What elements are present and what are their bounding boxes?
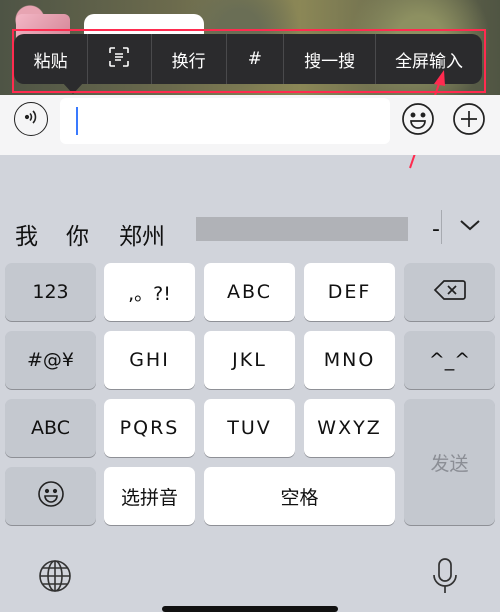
emoji-key[interactable] — [5, 467, 96, 525]
key-abc-switch[interactable]: ABC — [5, 399, 96, 457]
candidate-word[interactable]: 我 — [15, 217, 38, 251]
key-label: MNO — [323, 349, 376, 371]
key-label: GHI — [129, 349, 170, 371]
key-label: 发送 — [430, 452, 469, 475]
key-ghi[interactable]: GHI — [104, 331, 195, 389]
key-label: ,。?! — [128, 282, 171, 305]
plus-icon — [452, 103, 486, 140]
globe-icon[interactable] — [37, 558, 73, 598]
key-tuv[interactable]: TUV — [204, 399, 295, 457]
key-label: JKL — [232, 349, 267, 371]
voice-icon — [22, 108, 40, 130]
chevron-down-icon[interactable] — [456, 214, 484, 240]
emoji-icon — [401, 103, 435, 140]
key-label: 空格 — [280, 486, 319, 509]
candidate-trailing: - — [432, 217, 440, 242]
message-input[interactable] — [60, 98, 390, 144]
backspace-icon — [433, 278, 467, 307]
send-button[interactable]: 发送 — [404, 399, 495, 525]
key-pqrs[interactable]: PQRS — [104, 399, 195, 457]
key-label: DEF — [327, 281, 372, 303]
key-wxyz[interactable]: WXYZ — [304, 399, 395, 457]
redacted-candidate — [196, 217, 408, 241]
key-label: PQRS — [119, 417, 180, 439]
key-abc[interactable]: ABC — [204, 263, 295, 321]
more-button[interactable] — [452, 102, 486, 136]
space-key[interactable]: 空格 — [204, 467, 395, 525]
emoji-face-icon — [37, 480, 65, 513]
key-symbols[interactable]: #@¥ — [5, 331, 96, 389]
backspace-key[interactable] — [404, 263, 495, 321]
key-def[interactable]: DEF — [304, 263, 395, 321]
select-pinyin-key[interactable]: 选拼音 — [104, 467, 195, 525]
key-mno[interactable]: MNO — [304, 331, 395, 389]
key-label: ^_^ — [428, 349, 471, 371]
candidate-divider — [441, 210, 442, 244]
voice-button[interactable] — [14, 102, 48, 136]
key-jkl[interactable]: JKL — [204, 331, 295, 389]
key-punctuation[interactable]: ,。?! — [104, 263, 195, 321]
key-label: ABC — [227, 281, 272, 303]
key-label: WXYZ — [317, 417, 382, 439]
key-123[interactable]: 123 — [5, 263, 96, 321]
text-cursor — [76, 107, 78, 135]
emoji-button[interactable] — [401, 102, 435, 136]
microphone-icon[interactable] — [430, 556, 460, 600]
home-indicator — [162, 606, 338, 612]
key-label: #@¥ — [26, 349, 74, 371]
key-label: TUV — [227, 417, 272, 439]
candidate-word[interactable]: 郑州 — [119, 217, 165, 251]
key-label: 123 — [32, 281, 69, 303]
key-label: ABC — [31, 417, 70, 439]
key-kaomoji[interactable]: ^_^ — [404, 331, 495, 389]
candidate-word[interactable]: 你 — [66, 217, 89, 251]
key-label: 选拼音 — [120, 486, 178, 509]
